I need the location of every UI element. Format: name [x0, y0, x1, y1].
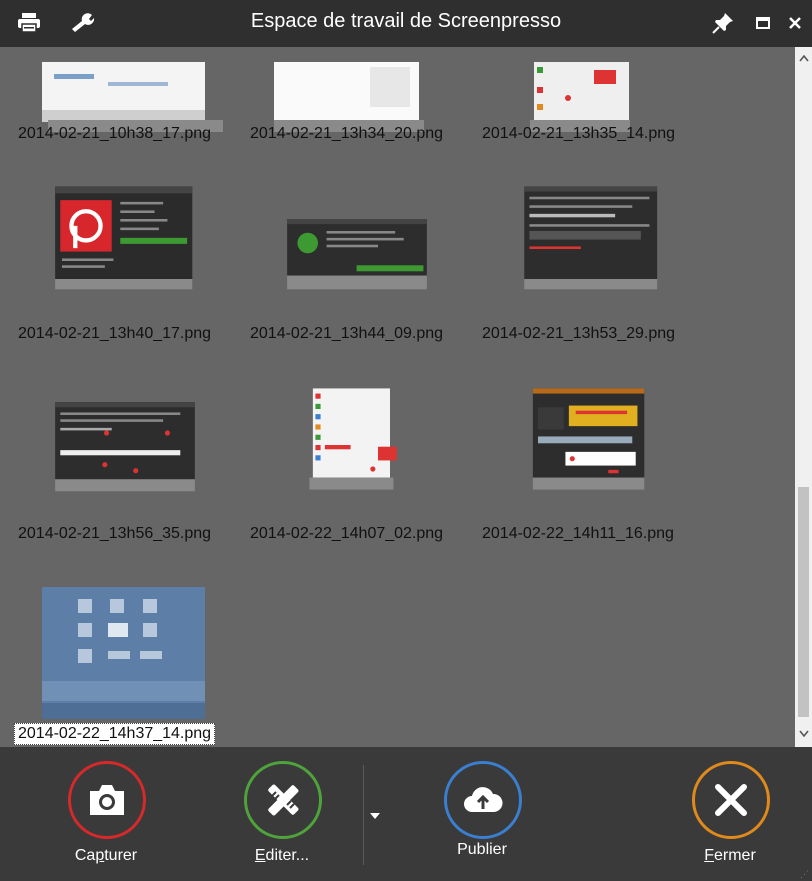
edit-dropdown-arrow-icon[interactable]: [368, 809, 382, 823]
publish-button[interactable]: Publier: [412, 747, 552, 881]
toolbar-separator: [363, 765, 364, 865]
scroll-up-icon[interactable]: [795, 49, 812, 66]
thumbnail-image: [42, 62, 223, 132]
thumbnail-filename: 2014-02-21_13h35_14.png: [482, 125, 676, 142]
close-label: Fermer: [704, 847, 756, 864]
thumbnail-image: [42, 587, 205, 719]
maximize-icon[interactable]: [748, 8, 778, 38]
capture-label: Capturer: [74, 847, 138, 864]
edit-label: Editer...: [254, 847, 310, 864]
camera-icon: [68, 761, 146, 839]
thumbnail-filename: 2014-02-22_14h07_02.png: [250, 525, 444, 542]
publish-label: Publier: [457, 841, 507, 858]
action-toolbar: Capturer Editer... Publier Fermer ⋰: [0, 747, 812, 881]
thumbnail-item[interactable]: [18, 183, 250, 323]
close-x-icon: [692, 761, 770, 839]
screenpresso-workspace-window: Espace de travail de Screenpresso 2014-0…: [0, 0, 812, 881]
title-bar: Espace de travail de Screenpresso: [0, 0, 812, 47]
thumbnail-image: [55, 402, 195, 492]
thumbnail-image: [55, 186, 193, 290]
window-title: Espace de travail de Screenpresso: [250, 10, 562, 32]
thumbnail-item[interactable]: [482, 385, 714, 525]
resize-grip-icon[interactable]: ⋰: [800, 869, 810, 879]
thumbnail-filename: 2014-02-21_13h40_17.png: [18, 325, 212, 342]
thumbnail-filename: 2014-02-21_13h34_20.png: [250, 125, 444, 142]
scrollbar-thumb[interactable]: [798, 487, 809, 717]
thumbnail-item[interactable]: [250, 385, 482, 525]
close-window-icon[interactable]: [780, 8, 810, 38]
thumbnail-filename: 2014-02-21_13h56_35.png: [18, 525, 212, 542]
thumbnail-item[interactable]: [18, 385, 250, 525]
cloud-upload-icon: [444, 761, 522, 839]
thumbnail-item[interactable]: [482, 183, 714, 323]
thumbnail-filename: 2014-02-21_13h44_09.png: [250, 325, 444, 342]
edit-button[interactable]: Editer...: [212, 747, 352, 881]
thumbnail-image: [524, 186, 658, 290]
thumbnail-item[interactable]: [250, 183, 482, 323]
capture-button[interactable]: Capturer: [36, 747, 176, 881]
thumbnail-image: [309, 388, 397, 490]
thumbnail-image: [530, 62, 630, 132]
thumbnail-image: [287, 219, 427, 290]
thumbnail-grid[interactable]: 2014-02-21_10h38_17.png 2014-02-21_13h34…: [0, 47, 795, 747]
thumbnail-image: [532, 388, 645, 490]
thumbnail-filename: 2014-02-22_14h11_16.png: [482, 525, 674, 542]
scroll-down-icon[interactable]: [795, 725, 812, 742]
thumbnail-filename: 2014-02-21_10h38_17.png: [18, 125, 212, 142]
edit-tools-icon: [244, 761, 322, 839]
thumbnail-filename-selected[interactable]: 2014-02-22_14h37_14.png: [14, 723, 216, 745]
vertical-scrollbar[interactable]: [795, 47, 812, 747]
thumbnail-item-selected[interactable]: [18, 585, 250, 735]
thumbnail-image: [274, 62, 424, 132]
thumbnail-filename: 2014-02-21_13h53_29.png: [482, 325, 676, 342]
close-button[interactable]: Fermer: [660, 747, 800, 881]
pin-icon[interactable]: [708, 8, 738, 38]
